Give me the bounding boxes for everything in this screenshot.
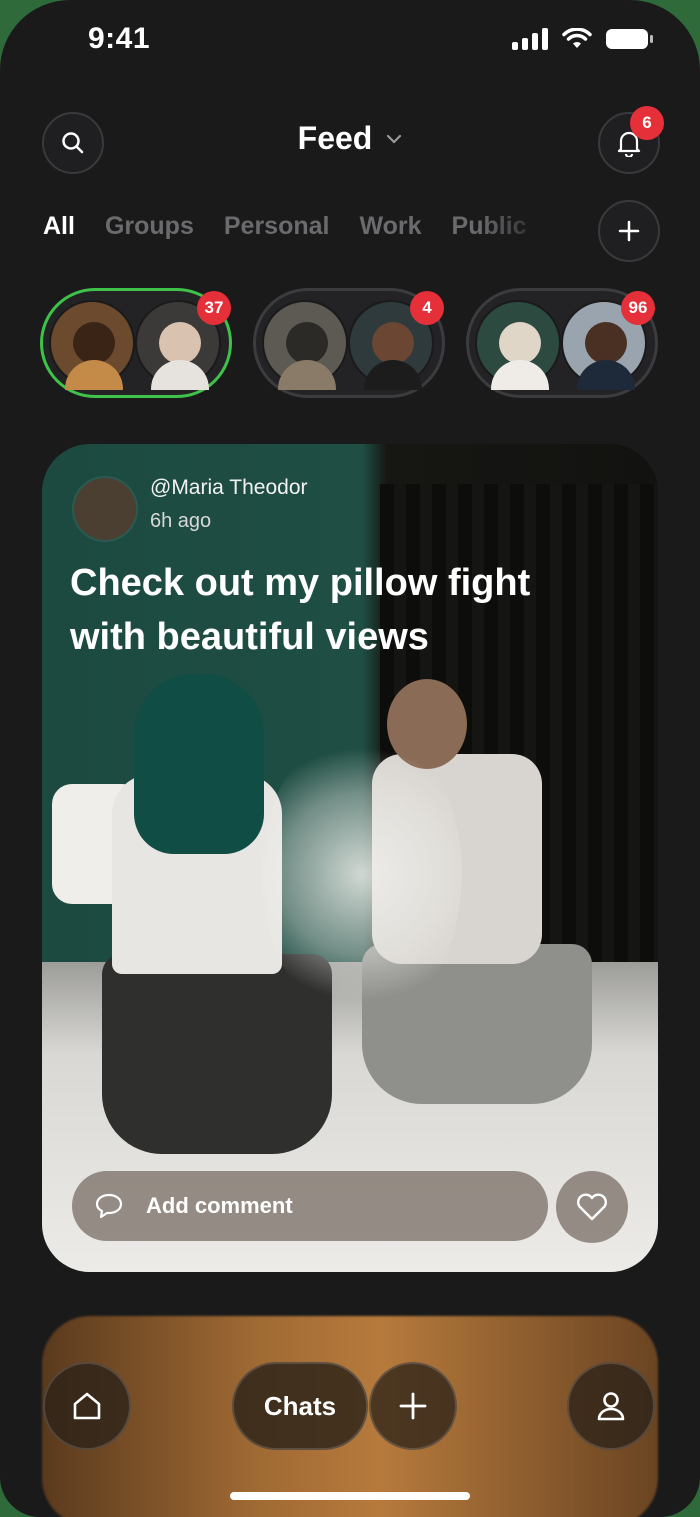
- home-indicator[interactable]: [230, 1492, 470, 1500]
- avatar: [49, 300, 135, 390]
- home-icon: [73, 1392, 101, 1420]
- add-comment-placeholder: Add comment: [146, 1193, 293, 1218]
- author-avatar[interactable]: [72, 476, 138, 542]
- home-button[interactable]: [43, 1362, 131, 1450]
- create-post-button[interactable]: [369, 1362, 457, 1450]
- like-button[interactable]: [556, 1171, 628, 1243]
- plus-icon: [399, 1392, 427, 1420]
- battery-icon: [606, 29, 653, 49]
- status-time: 9:41: [88, 22, 151, 55]
- page-title: Feed: [297, 120, 373, 156]
- status-icons: [512, 28, 653, 50]
- chevron-down-icon: [387, 134, 402, 144]
- add-comment-input[interactable]: Add comment: [72, 1171, 548, 1241]
- tab-groups[interactable]: Groups: [105, 212, 194, 241]
- plus-icon: [618, 220, 640, 242]
- post-author[interactable]: @Maria Theodor: [150, 476, 308, 500]
- chats-button[interactable]: Chats: [232, 1362, 368, 1450]
- tab-personal[interactable]: Personal: [224, 212, 330, 241]
- comment-bubble-icon: [95, 1193, 123, 1219]
- user-icon: [597, 1392, 625, 1421]
- group-badge-1: 37: [197, 291, 231, 325]
- tabs-fade: [480, 206, 570, 252]
- avatar: [475, 300, 561, 390]
- post-photo-figure: [134, 674, 264, 854]
- tab-work[interactable]: Work: [359, 212, 421, 241]
- avatar: [262, 300, 348, 390]
- post-timestamp: 6h ago: [150, 510, 212, 532]
- feed-title-selector[interactable]: Feed: [0, 120, 700, 157]
- notification-badge: 6: [630, 106, 664, 140]
- post-photo-feathers: [262, 724, 462, 1024]
- signal-icon: [512, 28, 548, 50]
- profile-button[interactable]: [567, 1362, 655, 1450]
- group-badge-3: 96: [621, 291, 655, 325]
- group-badge-2: 4: [410, 291, 444, 325]
- tab-all[interactable]: All: [43, 212, 75, 241]
- add-tab-button[interactable]: [598, 200, 660, 262]
- wifi-icon: [562, 28, 592, 48]
- heart-icon: [577, 1193, 607, 1221]
- post-text: Check out my pillow fight with beautiful…: [70, 562, 531, 658]
- phone-screen: 9:41 Feed 6 All Groups Personal Work 37 …: [0, 0, 700, 1517]
- post-card[interactable]: @Maria Theodor 6h ago Check out my pillo…: [42, 444, 658, 1272]
